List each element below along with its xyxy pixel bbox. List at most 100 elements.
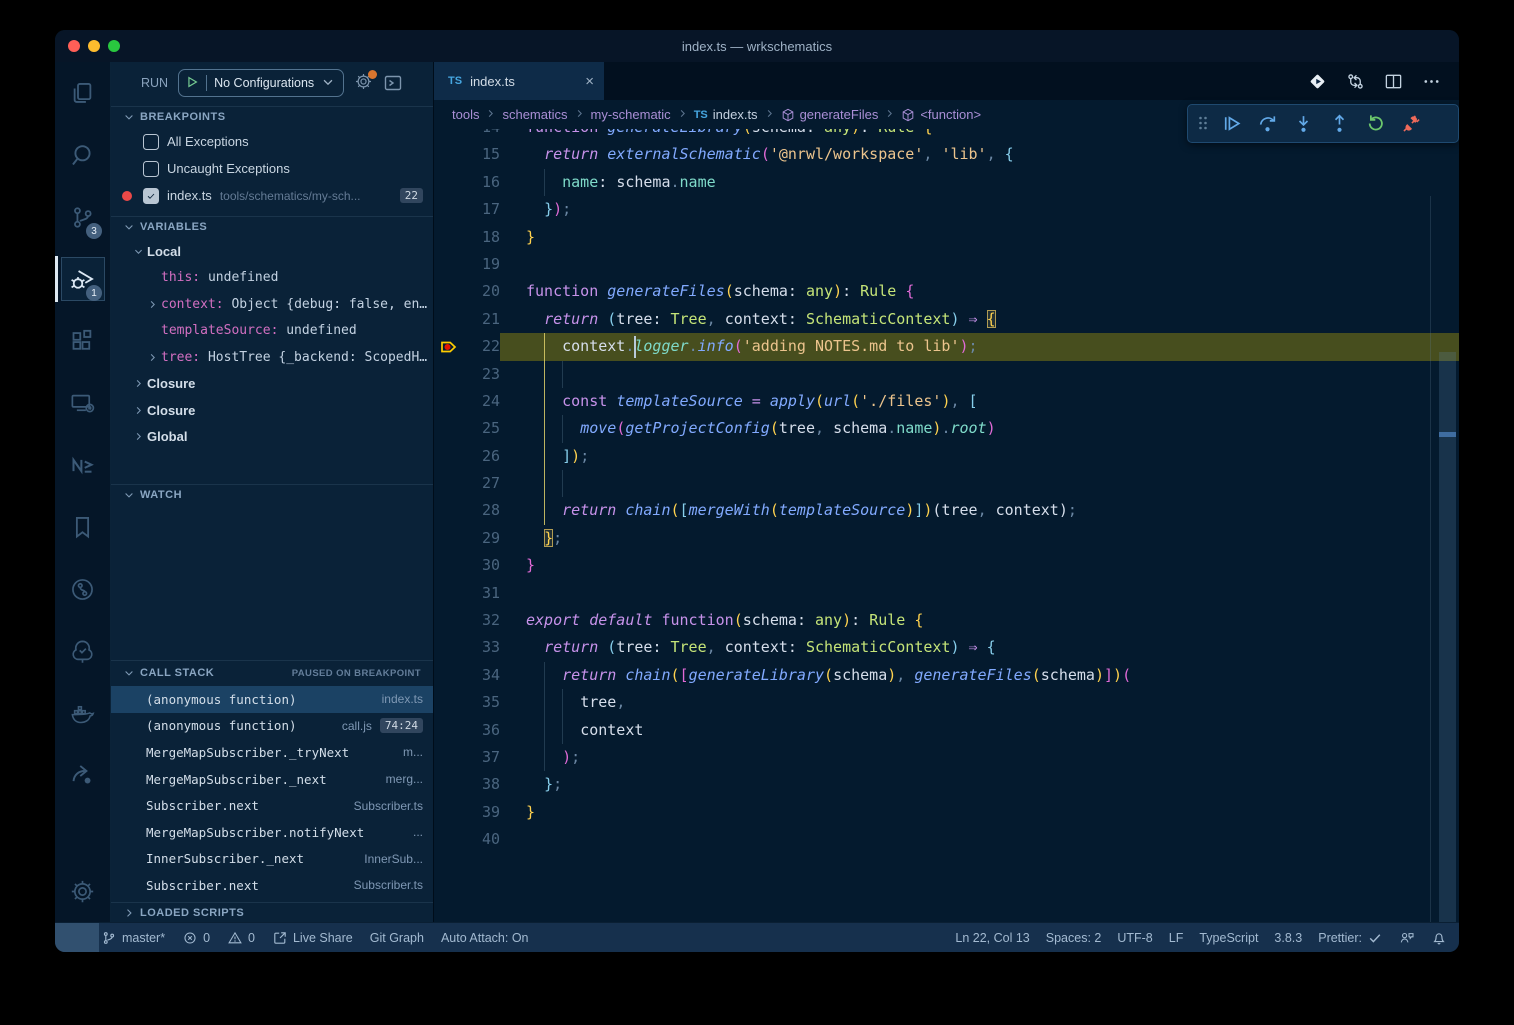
status-item-errors[interactable]: 0 [182, 930, 210, 946]
breadcrumb-item-function[interactable]: <function> [901, 107, 981, 122]
debug-console-button[interactable] [383, 73, 403, 93]
code-line-38[interactable]: 38 }; [434, 771, 1459, 798]
glyph-margin[interactable] [434, 525, 460, 552]
section-header-watch[interactable]: WATCH [111, 484, 433, 505]
activity-bar-item-docker[interactable] [55, 682, 110, 744]
variable-row[interactable]: context: Object {debug: false, en… [111, 291, 433, 318]
start-debugging-icon[interactable] [185, 75, 199, 92]
code-line-35[interactable]: 35 tree, [434, 689, 1459, 716]
status-item-prettier[interactable]: Prettier: [1318, 930, 1383, 946]
glyph-margin[interactable] [434, 443, 460, 470]
restart-button[interactable] [1358, 109, 1392, 139]
activity-bar-item-extensions[interactable] [55, 310, 110, 372]
activity-bar-item-bookmarks[interactable] [55, 496, 110, 558]
close-tab-icon[interactable]: × [585, 73, 594, 90]
activity-bar-item-gitlens[interactable] [55, 558, 110, 620]
code-line-39[interactable]: 39} [434, 799, 1459, 826]
run-configuration-dropdown[interactable]: No Configurations [178, 69, 344, 97]
checkbox[interactable] [143, 161, 159, 177]
glyph-margin[interactable] [434, 634, 460, 661]
variable-scope-row[interactable]: Closure [111, 397, 433, 424]
code-line-24[interactable]: 24 const templateSource = apply(url('./f… [434, 388, 1459, 415]
call-stack-frame[interactable]: (anonymous function)call.js74:24 [111, 713, 433, 740]
glyph-margin[interactable] [434, 826, 460, 853]
breadcrumb-item-generateFiles[interactable]: generateFiles [781, 107, 879, 122]
breakpoint-row[interactable]: index.tstools/schematics/my-sch...22 [111, 182, 433, 209]
breakpoint-row[interactable]: Uncaught Exceptions [111, 155, 433, 182]
glyph-margin[interactable] [434, 169, 460, 196]
status-item-encoding[interactable]: UTF-8 [1117, 931, 1152, 945]
tab-index-ts[interactable]: TS index.ts × [434, 62, 604, 100]
code-line-29[interactable]: 29 }; [434, 525, 1459, 552]
checkbox[interactable] [143, 188, 159, 204]
breadcrumb-item-tools[interactable]: tools [452, 107, 479, 122]
glyph-margin[interactable] [434, 388, 460, 415]
status-item-git-graph[interactable]: Git Graph [370, 931, 424, 945]
code-line-37[interactable]: 37 ); [434, 744, 1459, 771]
status-item-cursor-position[interactable]: Ln 22, Col 13 [955, 931, 1029, 945]
drag-handle-icon[interactable] [1196, 113, 1212, 135]
glyph-margin[interactable] [434, 717, 460, 744]
status-item-branch[interactable]: master* [101, 930, 165, 946]
glyph-margin[interactable] [434, 224, 460, 251]
glyph-margin[interactable] [434, 278, 460, 305]
code-line-15[interactable]: 15 return externalSchematic('@nrwl/works… [434, 141, 1459, 168]
activity-bar-item-nx-console[interactable] [55, 434, 110, 496]
code-line-30[interactable]: 30} [434, 552, 1459, 579]
breadcrumb-item-indexts[interactable]: TSindex.ts [694, 107, 758, 122]
activity-bar-item-deploy[interactable] [55, 744, 110, 806]
glyph-margin[interactable] [434, 689, 460, 716]
vertical-scrollbar[interactable] [1439, 352, 1456, 922]
status-item-indentation[interactable]: Spaces: 2 [1046, 931, 1102, 945]
code-line-17[interactable]: 17 }); [434, 196, 1459, 223]
glyph-margin[interactable] [434, 744, 460, 771]
code-line-19[interactable]: 19 [434, 251, 1459, 278]
glyph-margin[interactable] [434, 129, 460, 141]
checkbox[interactable] [143, 134, 159, 150]
glyph-margin[interactable] [434, 196, 460, 223]
code-line-28[interactable]: 28 return chain([mergeWith(templateSourc… [434, 497, 1459, 524]
call-stack-frame[interactable]: MergeMapSubscriber._tryNextm... [111, 739, 433, 766]
section-header-loaded-scripts[interactable]: LOADED SCRIPTS [111, 902, 433, 923]
step-over-button[interactable] [1250, 109, 1284, 139]
activity-bar-item-search[interactable] [55, 124, 110, 186]
glyph-margin[interactable] [434, 497, 460, 524]
activity-bar-item-source-control[interactable]: 3 [55, 186, 110, 248]
code-line-33[interactable]: 33 return (tree: Tree, context: Schemati… [434, 634, 1459, 661]
call-stack-frame[interactable]: MergeMapSubscriber.notifyNext... [111, 819, 433, 846]
activity-bar-item-explorer[interactable] [55, 62, 110, 124]
call-stack-frame[interactable]: MergeMapSubscriber._nextmerg... [111, 766, 433, 793]
code-line-32[interactable]: 32export default function(schema: any): … [434, 607, 1459, 634]
code-line-16[interactable]: 16 name: schema.name [434, 169, 1459, 196]
section-header-variables[interactable]: VARIABLES [111, 216, 433, 237]
split-editor-button[interactable] [1384, 72, 1403, 91]
glyph-margin[interactable] [434, 470, 460, 497]
code-line-22[interactable]: 22 context.logger.info('adding NOTES.md … [434, 333, 1459, 360]
glyph-margin[interactable] [434, 607, 460, 634]
section-header-breakpoints[interactable]: BREAKPOINTS [111, 106, 433, 127]
step-out-button[interactable] [1322, 109, 1356, 139]
glyph-margin[interactable] [434, 141, 460, 168]
variable-row[interactable]: tree: HostTree {_backend: ScopedH… [111, 344, 433, 371]
glyph-margin[interactable] [434, 552, 460, 579]
variable-scope-row[interactable]: Global [111, 424, 433, 451]
code-line-18[interactable]: 18} [434, 224, 1459, 251]
gitlens-compare-button[interactable] [1308, 72, 1327, 91]
glyph-margin[interactable] [434, 251, 460, 278]
glyph-margin[interactable] [434, 361, 460, 388]
activity-bar-item-settings[interactable] [55, 860, 110, 922]
code-line-25[interactable]: 25 move(getProjectConfig(tree, schema.na… [434, 415, 1459, 442]
breakpoint-row[interactable]: All Exceptions [111, 128, 433, 155]
call-stack-frame[interactable]: Subscriber.nextSubscriber.ts [111, 792, 433, 819]
activity-bar-item-run-debug[interactable]: 1 [55, 248, 110, 310]
call-stack-frame[interactable]: (anonymous function)index.ts [111, 686, 433, 713]
status-item-language[interactable]: TypeScript [1199, 931, 1258, 945]
variable-scope-row[interactable]: Closure [111, 371, 433, 398]
variable-row[interactable]: templateSource: undefined [111, 318, 433, 345]
code-line-31[interactable]: 31 [434, 580, 1459, 607]
variable-scope-row[interactable]: Local [111, 238, 433, 265]
breadcrumb-item-myschematic[interactable]: my-schematic [591, 107, 671, 122]
status-item-live-share[interactable]: Live Share [272, 930, 353, 946]
glyph-margin[interactable] [434, 580, 460, 607]
code-line-27[interactable]: 27 [434, 470, 1459, 497]
